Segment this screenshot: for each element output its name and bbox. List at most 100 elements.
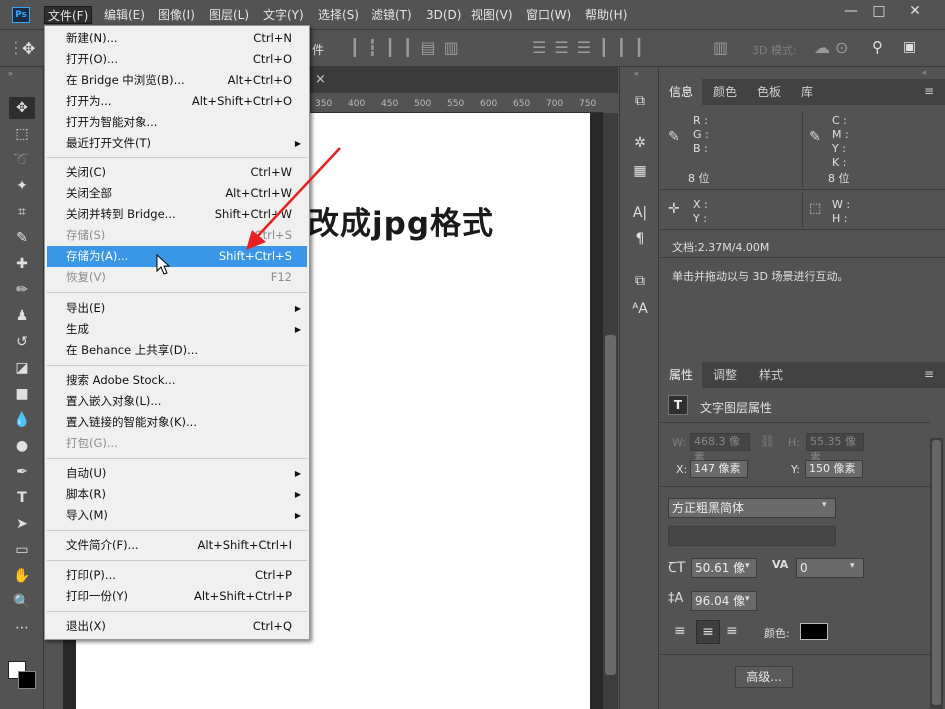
- chevron-down-icon[interactable]: ▾: [850, 561, 855, 571]
- menu-item-export[interactable]: 导出(E) ▶: [45, 298, 309, 319]
- menu-item-generate[interactable]: 生成 ▶: [45, 319, 309, 340]
- brush-tool-icon[interactable]: ✏: [9, 279, 35, 301]
- menu-layer[interactable]: 图层(L): [206, 6, 252, 24]
- history-panel-icon[interactable]: ⧉: [628, 91, 652, 111]
- character-panel-icon[interactable]: A|: [628, 203, 652, 223]
- panel-scrollbar-thumb[interactable]: [932, 440, 941, 705]
- align-left-icon[interactable]: ≡: [674, 623, 686, 639]
- path-select-icon[interactable]: ➤: [9, 513, 35, 535]
- menu-item-open-as[interactable]: 打开为... Alt+Shift+Ctrl+O: [45, 91, 309, 112]
- menu-help[interactable]: 帮助(H): [582, 6, 630, 24]
- menu-item-open[interactable]: 打开(O)... Ctrl+O: [45, 49, 309, 70]
- blur-tool-icon[interactable]: 💧: [9, 409, 35, 431]
- text-color-swatch[interactable]: [800, 623, 828, 640]
- font-family-select[interactable]: 方正粗黑简体: [668, 498, 836, 518]
- tab-info[interactable]: 信息: [660, 79, 703, 105]
- menu-item-share-behance[interactable]: 在 Behance 上共享(D)...: [45, 340, 309, 361]
- minimize-icon[interactable]: —: [838, 2, 864, 22]
- chevron-down-icon[interactable]: ▾: [745, 594, 750, 604]
- rectangle-tool-icon[interactable]: ▭: [9, 539, 35, 561]
- tab-properties[interactable]: 属性: [660, 362, 703, 388]
- close-icon[interactable]: ✕: [902, 2, 928, 22]
- menu-item-recent-files[interactable]: 最近打开文件(T) ▶: [45, 133, 309, 154]
- advanced-button[interactable]: 高级...: [735, 666, 793, 688]
- menu-item-exit[interactable]: 退出(X) Ctrl+Q: [45, 616, 309, 637]
- eraser-tool-icon[interactable]: ◪: [9, 357, 35, 379]
- x-position-field[interactable]: 147 像素: [690, 460, 748, 478]
- menu-item-open-smart-object[interactable]: 打开为智能对象...: [45, 112, 309, 133]
- collapse-chevron-icon[interactable]: «: [922, 68, 927, 77]
- menu-item-place-linked[interactable]: 置入链接的智能对象(K)...: [45, 412, 309, 433]
- align-center-icon[interactable]: ≡: [696, 620, 720, 644]
- distribute-icons[interactable]: ☰☰☰┃┃┃: [532, 38, 652, 57]
- menu-3d[interactable]: 3D(D): [423, 6, 464, 24]
- search-icon[interactable]: ⚲: [872, 38, 883, 56]
- tab-color[interactable]: 颜色: [704, 79, 746, 105]
- 3d-mode-icons[interactable]: ☁⊙: [814, 38, 853, 57]
- history-brush-icon[interactable]: ↺: [9, 331, 35, 353]
- panel-menu-icon[interactable]: ≡: [924, 367, 934, 381]
- tab-adjustments[interactable]: 调整: [704, 362, 746, 388]
- menu-item-close-all[interactable]: 关闭全部 Alt+Ctrl+W: [45, 183, 309, 204]
- menu-file[interactable]: 文件(F): [44, 6, 93, 24]
- menu-item-search-stock[interactable]: 搜索 Adobe Stock...: [45, 370, 309, 391]
- marquee-tool-icon[interactable]: ⬚: [9, 123, 35, 145]
- menu-item-new[interactable]: 新建(N)... Ctrl+N: [45, 28, 309, 49]
- lasso-tool-icon[interactable]: ➰: [9, 149, 35, 171]
- healing-brush-icon[interactable]: ✚: [9, 253, 35, 275]
- menu-item-close[interactable]: 关闭(C) Ctrl+W: [45, 162, 309, 183]
- collapse-chevron-icon[interactable]: «: [634, 69, 639, 78]
- menu-item-print-one[interactable]: 打印一份(Y) Alt+Shift+Ctrl+P: [45, 586, 309, 607]
- menu-item-print[interactable]: 打印(P)... Ctrl+P: [45, 565, 309, 586]
- align-right-icon[interactable]: ≡: [726, 623, 738, 639]
- more-tools-icon[interactable]: ⋯: [9, 617, 35, 639]
- glyphs-panel-icon[interactable]: ⧉: [628, 271, 652, 291]
- dodge-tool-icon[interactable]: ●: [9, 435, 35, 457]
- collapse-chevron-icon[interactable]: »: [8, 69, 13, 78]
- gradient-tool-icon[interactable]: ■: [9, 383, 35, 405]
- menu-item-place-embedded[interactable]: 置入嵌入对象(L)...: [45, 391, 309, 412]
- menu-item-scripts[interactable]: 脚本(R) ▶: [45, 484, 309, 505]
- eyedropper-tool-icon[interactable]: ✎: [9, 227, 35, 249]
- pen-tool-icon[interactable]: ✒: [9, 461, 35, 483]
- menu-item-browse-bridge[interactable]: 在 Bridge 中浏览(B)... Alt+Ctrl+O: [45, 70, 309, 91]
- menu-item-file-info[interactable]: 文件简介(F)... Alt+Shift+Ctrl+I: [45, 535, 309, 556]
- move-tool-preset-icon[interactable]: ✥: [22, 39, 35, 58]
- chevron-down-icon[interactable]: ▾: [822, 500, 827, 510]
- move-tool-icon[interactable]: ✥: [9, 97, 35, 119]
- menu-view[interactable]: 视图(V): [468, 6, 516, 24]
- tab-styles[interactable]: 样式: [750, 362, 792, 388]
- maximize-icon[interactable]: □: [866, 2, 892, 22]
- canvas-text-layer[interactable]: 改成jpg格式: [308, 198, 494, 243]
- menu-image[interactable]: 图像(I): [155, 6, 198, 24]
- character-styles-icon[interactable]: ᴬA: [628, 299, 652, 319]
- align-icons[interactable]: ┃┇┃┃▤▥: [350, 38, 467, 57]
- menu-type[interactable]: 文字(Y): [260, 6, 307, 24]
- paragraph-panel-icon[interactable]: ¶: [628, 229, 652, 249]
- brushes-panel-icon[interactable]: ▦: [628, 161, 652, 181]
- menu-item-import[interactable]: 导入(M) ▶: [45, 505, 309, 526]
- menu-filter[interactable]: 滤镜(T): [368, 6, 415, 24]
- menu-edit[interactable]: 编辑(E): [101, 6, 148, 24]
- tab-libraries[interactable]: 库: [792, 79, 822, 105]
- auto-align-icon[interactable]: ▥: [713, 38, 728, 57]
- chevron-down-icon[interactable]: ▾: [745, 561, 750, 571]
- hand-tool-icon[interactable]: ✋: [9, 565, 35, 587]
- menu-item-save-as[interactable]: 存储为(A)... Shift+Ctrl+S: [47, 246, 307, 267]
- crop-tool-icon[interactable]: ⌗: [9, 201, 35, 223]
- stamp-tool-icon[interactable]: ♟: [9, 305, 35, 327]
- menu-item-automate[interactable]: 自动(U) ▶: [45, 463, 309, 484]
- type-tool-icon[interactable]: T: [9, 487, 35, 509]
- panel-menu-icon[interactable]: ≡: [924, 84, 934, 98]
- scrollbar-thumb[interactable]: [605, 335, 616, 675]
- menu-item-close-go-bridge[interactable]: 关闭并转到 Bridge... Shift+Ctrl+W: [45, 204, 309, 225]
- y-position-field[interactable]: 150 像素: [805, 460, 863, 478]
- menu-window[interactable]: 窗口(W): [523, 6, 574, 24]
- workspace-icon[interactable]: ▣: [903, 39, 916, 55]
- menu-select[interactable]: 选择(S): [315, 6, 362, 24]
- magic-wand-icon[interactable]: ✦: [9, 175, 35, 197]
- zoom-tool-icon[interactable]: 🔍: [9, 591, 35, 613]
- brush-settings-icon[interactable]: ✲: [628, 133, 652, 153]
- tab-swatches[interactable]: 色板: [748, 79, 790, 105]
- tab-close-icon[interactable]: ×: [315, 72, 326, 87]
